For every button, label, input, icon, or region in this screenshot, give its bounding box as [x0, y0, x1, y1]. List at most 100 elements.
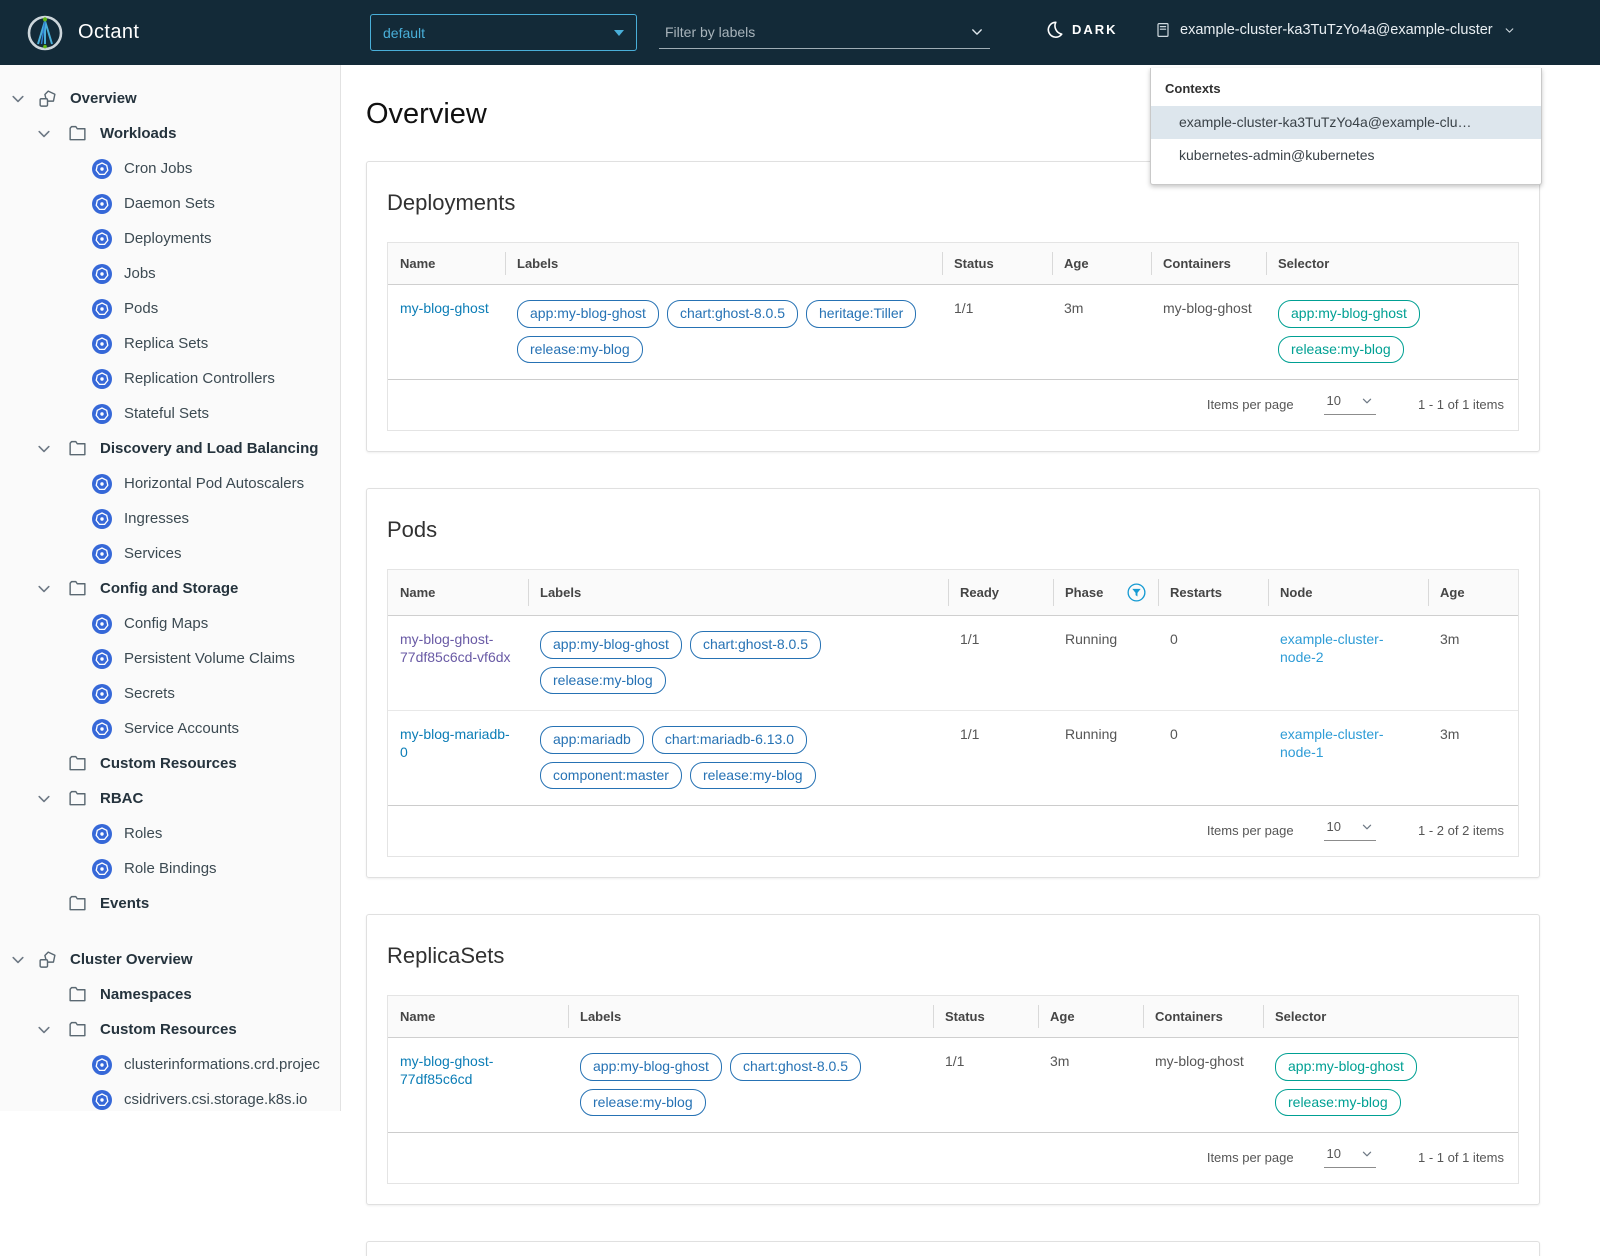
sidebar-item-overview[interactable]: Overview: [0, 81, 340, 116]
ready-cell: 1/1: [960, 631, 980, 647]
sidebar-item-deployments[interactable]: Deployments: [0, 221, 340, 256]
sidebar-item-cluster-overview[interactable]: Cluster Overview: [0, 942, 340, 977]
sidebar-item-csidrivers[interactable]: csidrivers.csi.storage.k8s.io: [0, 1082, 340, 1111]
pod-name-link[interactable]: my-blog-ghost-77df85c6cd-vf6dx: [400, 631, 511, 665]
items-per-page-label: Items per page: [1206, 822, 1294, 838]
chevron-down-icon[interactable]: [36, 581, 52, 597]
label-pill: chart:ghost-8.0.5: [689, 631, 822, 659]
sidebar-item-config-and-storage[interactable]: Config and Storage: [0, 571, 340, 606]
pod-name-link[interactable]: my-blog-mariadb-0: [400, 726, 510, 760]
context-menu-item[interactable]: kubernetes-admin@kubernetes: [1151, 139, 1541, 172]
context-selector[interactable]: example-cluster-ka3TuTzYo4a@example-clus…: [1155, 22, 1515, 38]
sidebar-item-cron-jobs[interactable]: Cron Jobs: [0, 151, 340, 186]
chevron-down-icon: [1361, 1148, 1373, 1160]
pagination: Items per page 10 1 - 2 of 2 items: [388, 805, 1518, 856]
folder-icon: [68, 754, 87, 773]
items-per-page-label: Items per page: [1206, 1149, 1294, 1165]
pagination: Items per page 10 1 - 1 of 1 items: [388, 379, 1518, 430]
sidebar-item-daemon-sets[interactable]: Daemon Sets: [0, 186, 340, 221]
age-cell: 3m: [1440, 631, 1460, 647]
label-pill: component:master: [540, 761, 682, 789]
sidebar-item-stateful-sets[interactable]: Stateful Sets: [0, 396, 340, 431]
items-per-page-select[interactable]: 10: [1323, 819, 1377, 841]
sidebar-item-config-maps[interactable]: Config Maps: [0, 606, 340, 641]
column-header-status: Status: [942, 243, 1052, 285]
items-per-page-select[interactable]: 10: [1323, 1146, 1377, 1168]
deployment-name-link[interactable]: my-blog-ghost: [400, 300, 489, 316]
column-header-name: Name: [388, 570, 528, 616]
sidebar-item-replica-sets[interactable]: Replica Sets: [0, 326, 340, 361]
namespace-select[interactable]: default: [370, 14, 637, 51]
ingress-icon: [92, 509, 112, 529]
node-link[interactable]: example-cluster-node-1: [1280, 726, 1383, 760]
chevron-down-icon[interactable]: [36, 441, 52, 457]
node-link[interactable]: example-cluster-node-2: [1280, 631, 1383, 665]
chevron-down-icon[interactable]: [36, 1022, 52, 1038]
folder-icon: [68, 579, 87, 598]
status-cell: 1/1: [945, 1053, 965, 1069]
chevron-down-icon[interactable]: [36, 126, 52, 142]
sidebar-item-roles[interactable]: Roles: [0, 816, 340, 851]
status-cell: 1/1: [954, 300, 974, 316]
sidebar-item-workloads[interactable]: Workloads: [0, 116, 340, 151]
dark-theme-label: DARK: [1072, 22, 1118, 37]
sidebar-item-persistent-volume-claims[interactable]: Persistent Volume Claims: [0, 641, 340, 676]
sidebar-item-service-accounts[interactable]: Service Accounts: [0, 711, 340, 746]
context-dropdown: Contexts example-cluster-ka3TuTzYo4a@exa…: [1150, 68, 1542, 185]
pods-table: Name Labels Ready Phase Restarts Node Ag…: [388, 570, 1518, 805]
column-header-name: Name: [388, 996, 568, 1038]
sidebar-item-horizontal-pod-autoscalers[interactable]: Horizontal Pod Autoscalers: [0, 466, 340, 501]
namespace-select-value: default: [383, 24, 426, 41]
sidebar-item-ingresses[interactable]: Ingresses: [0, 501, 340, 536]
main-content: Overview Deployments Name Labels Status …: [341, 65, 1600, 1256]
sidebar-item-cluster-custom-resources[interactable]: Custom Resources: [0, 1012, 340, 1047]
sidebar-item-secrets[interactable]: Secrets: [0, 676, 340, 711]
label-pill: chart:ghost-8.0.5: [729, 1053, 862, 1081]
chevron-down-icon[interactable]: [36, 791, 52, 807]
sidebar-item-services[interactable]: Services: [0, 536, 340, 571]
restarts-cell: 0: [1158, 710, 1268, 805]
replicasets-card: ReplicaSets Name Labels Status Age Conta…: [366, 914, 1540, 1205]
chevron-down-icon: [1361, 821, 1373, 833]
next-card-partial: [366, 1241, 1540, 1256]
hpa-icon: [92, 474, 112, 494]
label-pill: app:mariadb: [540, 726, 644, 754]
sidebar-item-clusterinformations[interactable]: clusterinformations.crd.projec: [0, 1047, 340, 1082]
label-pill: release:my-blog: [540, 666, 666, 694]
sidebar-item-jobs[interactable]: Jobs: [0, 256, 340, 291]
deployments-card: Deployments Name Labels Status Age Conta…: [366, 161, 1540, 452]
pagination-range: 1 - 1 of 1 items: [1418, 1149, 1504, 1165]
sidebar-item-replication-controllers[interactable]: Replication Controllers: [0, 361, 340, 396]
replicaset-name-link[interactable]: my-blog-ghost-77df85c6cd: [400, 1053, 493, 1087]
column-header-labels: Labels: [568, 996, 933, 1038]
chevron-down-icon[interactable]: [10, 91, 26, 107]
objects-icon: [38, 89, 57, 108]
filter-funnel-icon[interactable]: [1127, 583, 1146, 602]
items-per-page-select[interactable]: 10: [1323, 393, 1377, 415]
sidebar-item-discovery-load-balancing[interactable]: Discovery and Load Balancing: [0, 431, 340, 466]
column-header-ready: Ready: [948, 570, 1053, 616]
label-pill: release:my-blog: [689, 761, 816, 789]
pagination: Items per page 10 1 - 1 of 1 items: [388, 1132, 1518, 1183]
label-filter-input[interactable]: [659, 24, 970, 40]
dark-theme-toggle[interactable]: DARK: [1046, 21, 1118, 38]
chevron-down-icon[interactable]: [10, 952, 26, 968]
chevron-down-icon[interactable]: [970, 25, 984, 39]
sidebar-item-namespaces[interactable]: Namespaces: [0, 977, 340, 1012]
label-pill: app:my-blog-ghost: [540, 631, 682, 659]
sidebar-item-events[interactable]: Events: [0, 886, 340, 921]
label-pill: app:my-blog-ghost: [580, 1053, 722, 1081]
column-header-age: Age: [1428, 570, 1518, 616]
context-menu-item[interactable]: example-cluster-ka3TuTzYo4a@example-clu…: [1151, 106, 1541, 139]
sidebar-item-custom-resources[interactable]: Custom Resources: [0, 746, 340, 781]
top-header: Octant default DARK example-cluster-ka3T…: [0, 0, 1600, 65]
selector-pill: app:my-blog-ghost: [1278, 300, 1420, 328]
pvc-icon: [92, 649, 112, 669]
sidebar-item-role-bindings[interactable]: Role Bindings: [0, 851, 340, 886]
sidebar-item-pods[interactable]: Pods: [0, 291, 340, 326]
table-row: my-blog-ghost-77df85c6cd app:my-blog-gho…: [388, 1038, 1518, 1133]
sidebar-item-rbac[interactable]: RBAC: [0, 781, 340, 816]
folder-icon: [68, 1020, 87, 1039]
role-binding-icon: [92, 859, 112, 879]
selector-pill: release:my-blog: [1275, 1088, 1401, 1116]
